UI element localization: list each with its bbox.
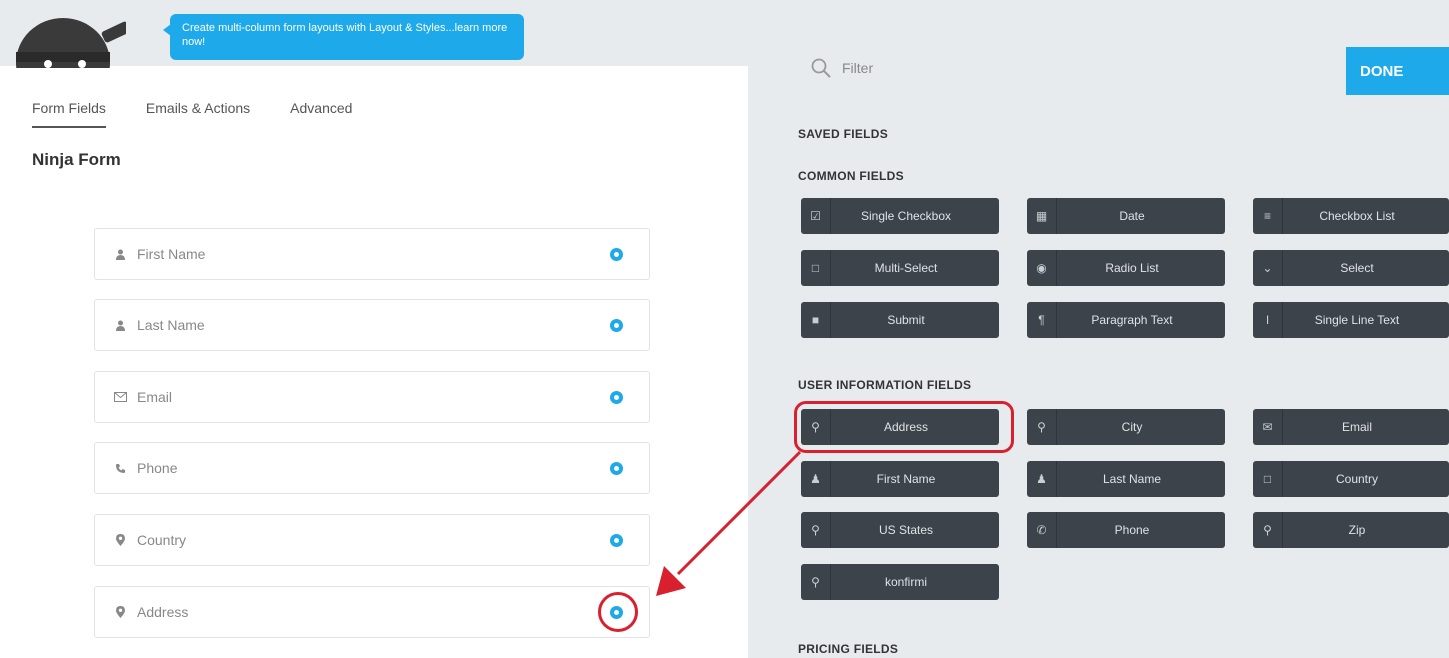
square-filled-icon: ■ <box>801 302 831 338</box>
map-marker-icon: ⚲ <box>1253 512 1283 548</box>
saved-fields-heading: SAVED FIELDS <box>798 127 889 141</box>
gear-highlight-circle <box>598 592 638 632</box>
map-marker-icon: ⚲ <box>1027 409 1057 445</box>
gear-icon[interactable] <box>610 462 623 475</box>
check-square-icon: ☑ <box>801 198 831 234</box>
tab-form-fields[interactable]: Form Fields <box>32 100 106 128</box>
tab-emails-actions[interactable]: Emails & Actions <box>146 100 250 128</box>
ninja-logo <box>16 12 126 68</box>
user-icon <box>113 318 127 332</box>
field-button-city[interactable]: ⚲ City <box>1027 409 1225 445</box>
list-icon: ≡ <box>1253 198 1283 234</box>
square-icon: □ <box>1253 461 1283 497</box>
phone-icon: ✆ <box>1027 512 1057 548</box>
form-field-country[interactable]: Country <box>94 514 650 566</box>
field-button-multi-select[interactable]: □ Multi-Select <box>801 250 999 286</box>
map-marker-icon: ⚲ <box>801 512 831 548</box>
field-button-submit[interactable]: ■ Submit <box>801 302 999 338</box>
common-fields-heading: COMMON FIELDS <box>798 169 904 183</box>
square-icon: □ <box>801 250 831 286</box>
search-icon <box>810 57 832 79</box>
field-button-zip[interactable]: ⚲ Zip <box>1253 512 1449 548</box>
envelope-icon: ✉ <box>1253 409 1283 445</box>
field-label: Address <box>137 604 189 620</box>
user-icon <box>113 247 127 261</box>
form-title: Ninja Form <box>32 150 121 169</box>
field-button-phone[interactable]: ✆ Phone <box>1027 512 1225 548</box>
gear-icon[interactable] <box>610 391 623 404</box>
field-button-select[interactable]: ⌄ Select <box>1253 250 1449 286</box>
field-label: First Name <box>137 246 206 262</box>
field-button-radio-list[interactable]: ◉ Radio List <box>1027 250 1225 286</box>
done-button[interactable]: DONE <box>1346 47 1449 95</box>
form-field-phone[interactable]: Phone <box>94 442 650 494</box>
form-field-address[interactable]: Address <box>94 586 650 638</box>
user-info-fields-heading: USER INFORMATION FIELDS <box>798 378 972 392</box>
field-button-paragraph-text[interactable]: ¶ Paragraph Text <box>1027 302 1225 338</box>
field-label: Phone <box>137 460 178 476</box>
field-button-date[interactable]: ▦ Date <box>1027 198 1225 234</box>
field-button-country[interactable]: □ Country <box>1253 461 1449 497</box>
map-marker-icon: ⚲ <box>801 564 831 600</box>
filter-input[interactable] <box>842 56 1242 80</box>
field-label: Country <box>137 532 187 548</box>
pricing-fields-heading: PRICING FIELDS <box>798 642 899 656</box>
paragraph-icon: ¶ <box>1027 302 1057 338</box>
field-button-single-checkbox[interactable]: ☑ Single Checkbox <box>801 198 999 234</box>
calendar-icon: ▦ <box>1027 198 1057 234</box>
field-button-konfirmi[interactable]: ⚲ konfirmi <box>801 564 999 600</box>
phone-icon <box>113 461 127 475</box>
dot-circle-icon: ◉ <box>1027 250 1057 286</box>
field-button-last-name[interactable]: ♟ Last Name <box>1027 461 1225 497</box>
form-field-email[interactable]: Email <box>94 371 650 423</box>
layout-promo-tooltip[interactable]: Create multi-column form layouts with La… <box>163 14 524 60</box>
gear-icon[interactable] <box>610 534 623 547</box>
user-icon: ♟ <box>1027 461 1057 497</box>
envelope-icon <box>113 390 127 404</box>
gear-icon[interactable] <box>610 248 623 261</box>
add-fields-panel: DONE SAVED FIELDS COMMON FIELDS USER INF… <box>748 0 1449 658</box>
gear-icon[interactable] <box>610 319 623 332</box>
address-highlight-box <box>794 401 1014 453</box>
text-cursor-icon: I <box>1253 302 1283 338</box>
map-marker-icon <box>113 533 127 547</box>
field-label: Email <box>137 389 173 405</box>
field-button-first-name[interactable]: ♟ First Name <box>801 461 999 497</box>
chevron-down-icon: ⌄ <box>1253 250 1283 286</box>
field-button-email[interactable]: ✉ Email <box>1253 409 1449 445</box>
builder-tabs: Form Fields Emails & Actions Advanced <box>32 100 352 128</box>
field-label: Last Name <box>137 317 205 333</box>
field-button-single-line-text[interactable]: I Single Line Text <box>1253 302 1449 338</box>
tab-advanced[interactable]: Advanced <box>290 100 352 128</box>
field-button-checkbox-list[interactable]: ≡ Checkbox List <box>1253 198 1449 234</box>
user-icon: ♟ <box>801 461 831 497</box>
form-field-last-name[interactable]: Last Name <box>94 299 650 351</box>
field-button-us-states[interactable]: ⚲ US States <box>801 512 999 548</box>
form-field-first-name[interactable]: First Name <box>94 228 650 280</box>
map-marker-icon <box>113 605 127 619</box>
